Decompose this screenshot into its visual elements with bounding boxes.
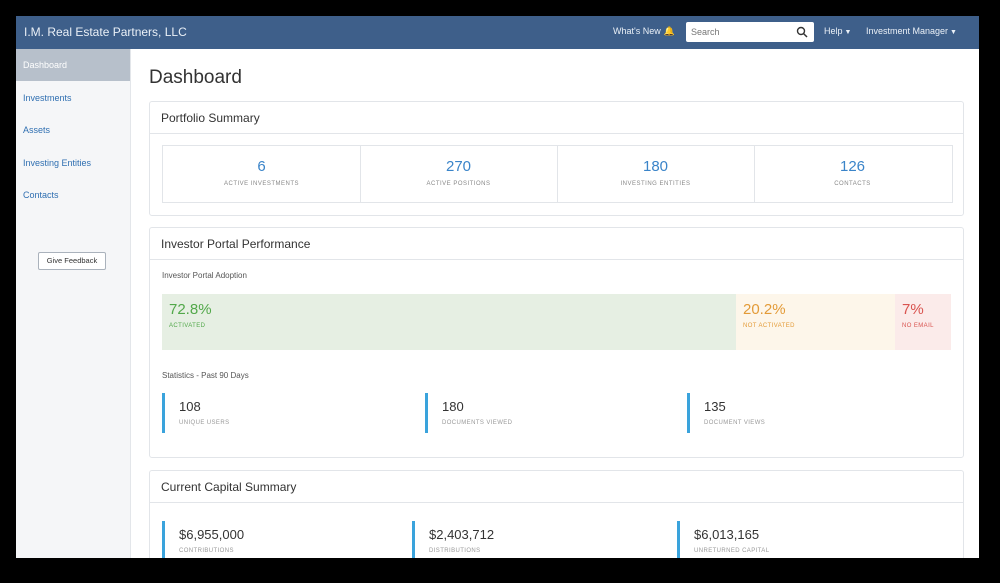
investor-portal-card: Investor Portal Performance Investor Por… [149, 227, 964, 458]
brand-link[interactable]: I.M. Real Estate Partners, LLC [24, 25, 187, 39]
search-input[interactable] [691, 25, 791, 39]
sidebar-item-investing-entities[interactable]: Investing Entities [16, 147, 130, 179]
segment-percent: 72.8% [169, 301, 212, 318]
stat-active-investments[interactable]: 6 ACTIVE INVESTMENTS [163, 146, 361, 202]
stat-label: ACTIVE INVESTMENTS [223, 181, 299, 187]
stat-investing-entities[interactable]: 180 INVESTING ENTITIES [557, 146, 755, 202]
sidebar-item-assets[interactable]: Assets [16, 114, 130, 146]
card-title: Current Capital Summary [161, 480, 297, 494]
sidebar-item-investments[interactable]: Investments [16, 82, 130, 114]
metric-value: 135 [704, 399, 726, 414]
metric-documents-viewed: 180 DOCUMENTS VIEWED [425, 393, 668, 433]
metric-value: 108 [179, 399, 201, 414]
sidebar-item-label: Contacts [23, 190, 59, 200]
adoption-segment-not-activated: 20.2% NOT ACTIVATED [736, 294, 895, 350]
metric-document-views: 135 DOCUMENT VIEWS [687, 393, 930, 433]
metric-unreturned-capital: $6,013,165 UNRETURNED CAPITAL [677, 521, 920, 558]
adoption-bar: 72.8% ACTIVATED 20.2% NOT ACTIVATED 7% N… [162, 294, 951, 350]
stat-label: INVESTING ENTITIES [620, 181, 691, 187]
card-title: Investor Portal Performance [161, 237, 311, 251]
whats-new-link[interactable]: What's New 🔔 [613, 26, 675, 37]
card-header: Portfolio Summary [150, 102, 963, 134]
metric-label: DOCUMENTS VIEWED [442, 420, 513, 426]
card-header: Investor Portal Performance [150, 228, 963, 260]
bell-icon: 🔔 [663, 26, 675, 36]
search-box [686, 22, 814, 42]
sidebar-item-dashboard[interactable]: Dashboard [16, 49, 130, 81]
caret-down-icon: ▼ [950, 29, 957, 36]
metric-contributions: $6,955,000 CONTRIBUTIONS [162, 521, 405, 558]
stat-label: ACTIVE POSITIONS [426, 181, 491, 187]
segment-percent: 7% [902, 301, 924, 318]
stat-value: 270 [445, 158, 472, 175]
metric-distributions: $2,403,712 DISTRIBUTIONS [412, 521, 655, 558]
stat-value: 6 [257, 158, 266, 175]
metric-label: UNIQUE USERS [179, 420, 230, 426]
segment-label: ACTIVATED [169, 323, 206, 329]
caret-down-icon: ▼ [844, 29, 852, 36]
help-label: Help [824, 26, 843, 36]
metric-value: $6,955,000 [179, 527, 245, 542]
card-title: Portfolio Summary [161, 111, 260, 125]
sidebar: Dashboard Investments Assets Investing E… [16, 49, 131, 558]
page-title: Dashboard [149, 67, 242, 88]
stat-value: 126 [839, 158, 866, 175]
whats-new-label: What's New [613, 26, 661, 36]
sidebar-item-contacts[interactable]: Contacts [16, 179, 130, 211]
adoption-segment-no-email: 7% NO EMAIL [895, 294, 951, 350]
statistics-label: Statistics - Past 90 Days [162, 371, 249, 380]
adoption-segment-activated: 72.8% ACTIVATED [162, 294, 736, 350]
adoption-label: Investor Portal Adoption [162, 271, 247, 280]
segment-label: NO EMAIL [902, 323, 934, 329]
portfolio-stats: 6 ACTIVE INVESTMENTS 270 ACTIVE POSITION… [162, 145, 953, 203]
metric-unique-users: 108 UNIQUE USERS [162, 393, 405, 433]
user-menu[interactable]: Investment Manager ▼ [866, 26, 957, 36]
search-icon[interactable] [796, 26, 808, 38]
main-content: Dashboard Portfolio Summary 6 ACTIVE INV… [131, 49, 979, 558]
top-navbar: I.M. Real Estate Partners, LLC What's Ne… [16, 16, 979, 49]
stat-value: 180 [642, 158, 669, 175]
stat-contacts[interactable]: 126 CONTACTS [754, 146, 951, 202]
metric-value: $2,403,712 [429, 527, 495, 542]
help-menu[interactable]: Help ▼ [824, 26, 851, 36]
sidebar-item-label: Assets [23, 125, 51, 135]
give-feedback-button[interactable]: Give Feedback [38, 252, 106, 270]
metric-label: DOCUMENT VIEWS [704, 420, 766, 426]
segment-percent: 20.2% [743, 301, 786, 318]
segment-label: NOT ACTIVATED [743, 323, 795, 329]
sidebar-item-label: Investing Entities [23, 158, 92, 168]
sidebar-item-label: Dashboard [23, 60, 68, 70]
card-header: Current Capital Summary [150, 471, 963, 503]
metric-label: CONTRIBUTIONS [179, 548, 234, 554]
capital-summary-card: Current Capital Summary $6,955,000 CONTR… [149, 470, 964, 558]
metric-label: DISTRIBUTIONS [429, 548, 481, 554]
stat-active-positions[interactable]: 270 ACTIVE POSITIONS [360, 146, 558, 202]
stat-label: CONTACTS [834, 181, 871, 187]
metric-value: 180 [442, 399, 464, 414]
metric-value: $6,013,165 [694, 527, 760, 542]
metric-label: UNRETURNED CAPITAL [694, 548, 770, 554]
app-window: I.M. Real Estate Partners, LLC What's Ne… [16, 16, 979, 558]
user-menu-label: Investment Manager [866, 26, 949, 36]
portfolio-summary-card: Portfolio Summary 6 ACTIVE INVESTMENTS 2… [149, 101, 964, 216]
sidebar-item-label: Investments [23, 93, 72, 103]
